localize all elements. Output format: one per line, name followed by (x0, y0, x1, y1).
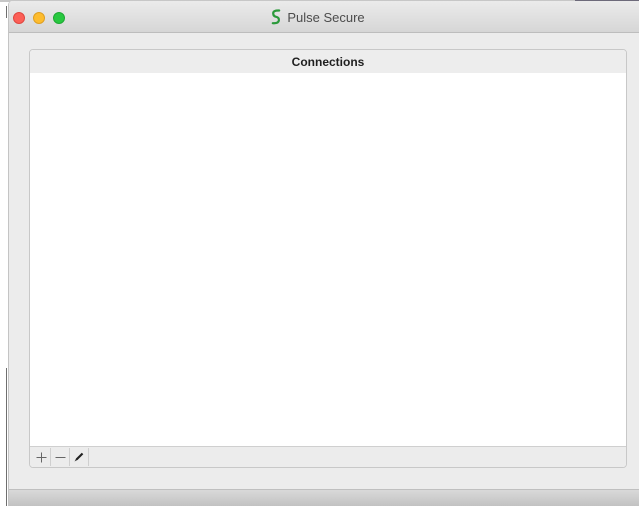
plus-icon (36, 452, 46, 462)
pulse-secure-logo-icon (272, 9, 281, 25)
remove-connection-button[interactable] (51, 448, 70, 466)
connections-toolbar (30, 446, 626, 467)
window-footer (9, 489, 639, 506)
app-window: Pulse Secure Connections (8, 1, 639, 506)
desktop-edge-mark (6, 6, 7, 18)
desktop-edge-mark (6, 368, 7, 506)
window-title-group: Pulse Secure (9, 1, 639, 33)
add-connection-button[interactable] (32, 448, 51, 466)
minus-icon (55, 456, 65, 458)
connections-header: Connections (30, 50, 626, 74)
connections-panel: Connections (29, 49, 627, 468)
title-bar[interactable]: Pulse Secure (9, 1, 639, 33)
edit-connection-button[interactable] (70, 448, 89, 466)
connections-list[interactable] (30, 73, 626, 446)
window-title: Pulse Secure (287, 9, 365, 25)
pencil-icon (74, 452, 84, 462)
